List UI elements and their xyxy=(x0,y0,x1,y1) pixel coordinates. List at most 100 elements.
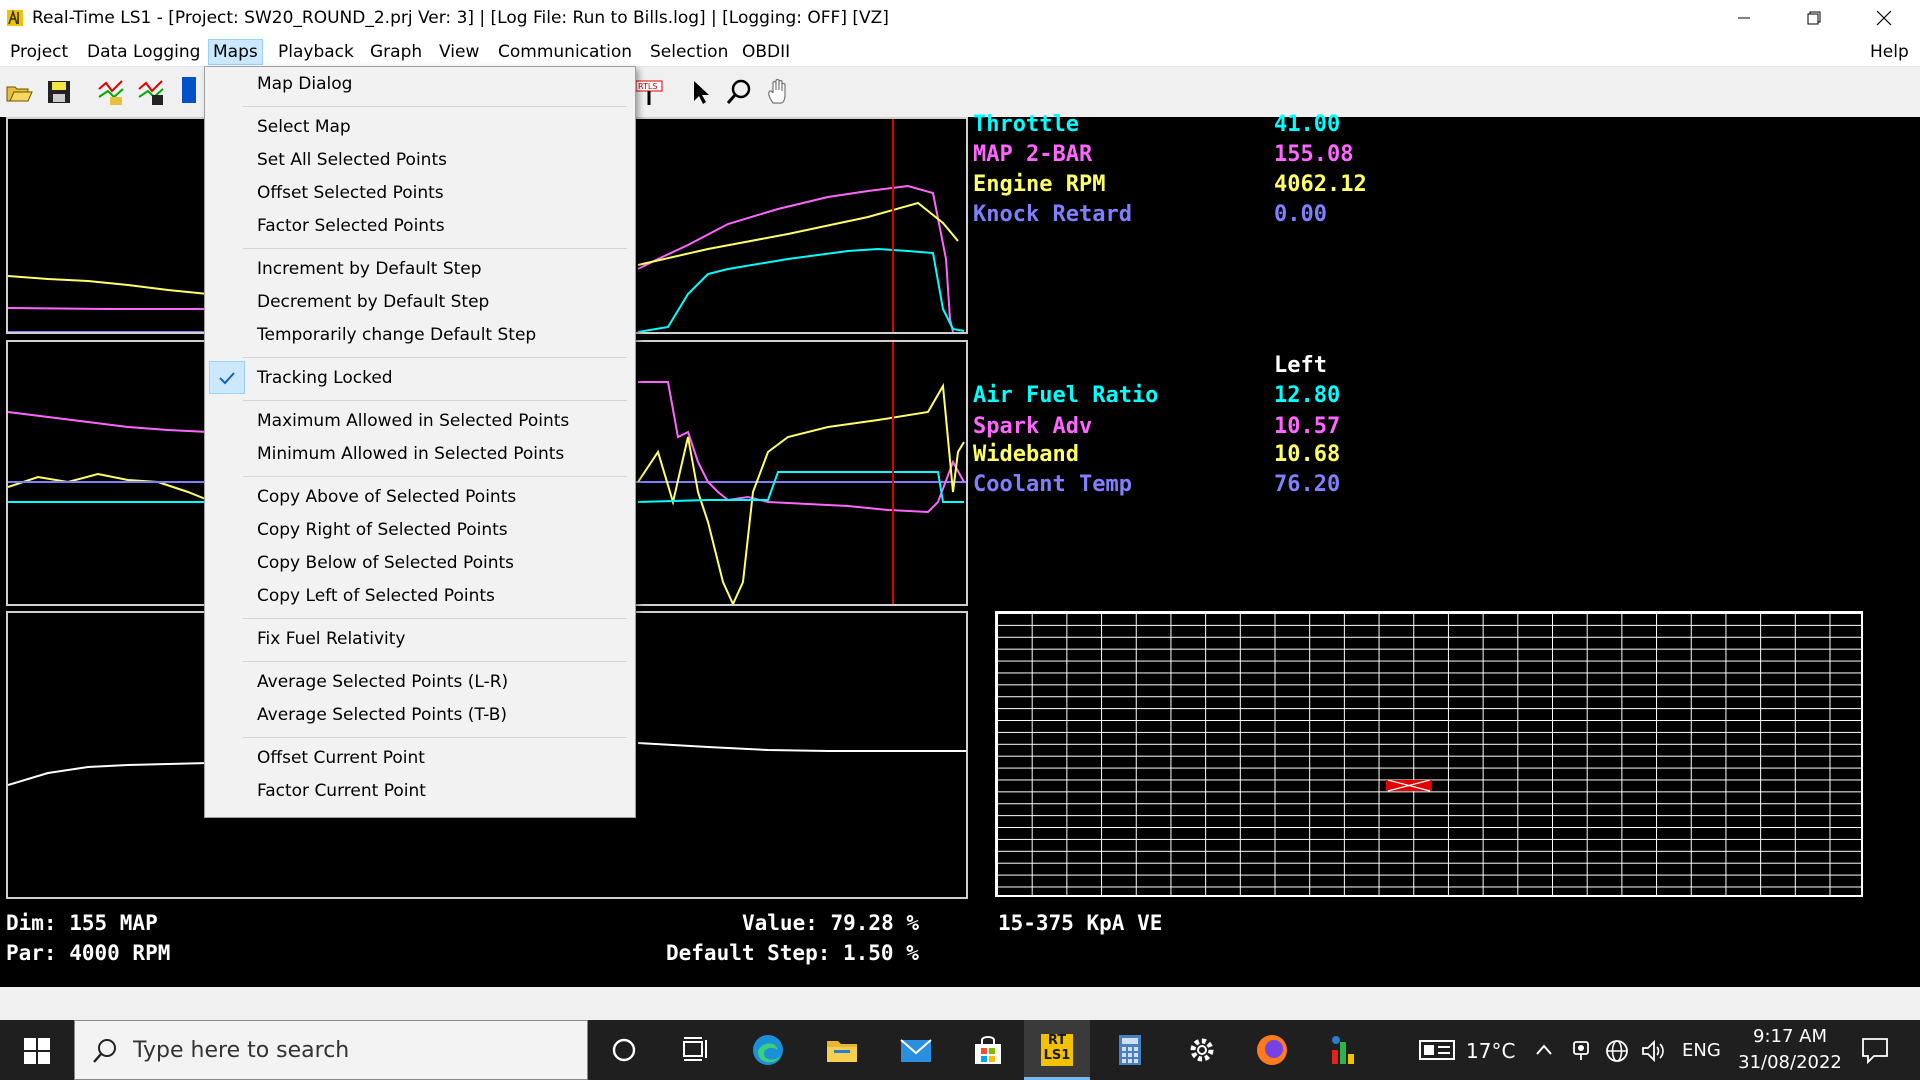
taskbar-search-box[interactable]: Type here to search xyxy=(74,1020,588,1080)
menuitem-set-all-selected-points[interactable]: Set All Selected Points xyxy=(205,143,635,176)
file-explorer-icon[interactable] xyxy=(824,1032,860,1068)
menuitem-label: Average Selected Points (T-B) xyxy=(257,705,508,725)
restore-button[interactable] xyxy=(1786,0,1842,36)
checkmark-icon xyxy=(209,361,245,394)
trace-throttle xyxy=(7,275,209,295)
app-icon xyxy=(7,9,23,26)
menu-separator xyxy=(243,106,627,107)
menu-project[interactable]: Project xyxy=(6,40,72,64)
taskbar-app-rtls[interactable]: RT LS1 xyxy=(1024,1020,1090,1080)
rtls-label-top: RT xyxy=(1047,1033,1067,1048)
clock-time[interactable]: 9:17 AM xyxy=(1746,1026,1834,1047)
menuitem-factor-selected-points[interactable]: Factor Selected Points xyxy=(205,209,635,242)
volume-speaker-icon[interactable] xyxy=(1640,1038,1666,1064)
menuitem-copy-below[interactable]: Copy Below of Selected Points xyxy=(205,546,635,579)
gauge-value-spark: 10.57 xyxy=(1274,414,1341,439)
windows-start-icon[interactable] xyxy=(24,1038,50,1064)
cortana-icon[interactable] xyxy=(606,1032,642,1068)
edge-browser-icon[interactable] xyxy=(750,1032,786,1068)
status-value: Value: 79.28 % xyxy=(742,911,920,935)
menuitem-copy-left[interactable]: Copy Left of Selected Points xyxy=(205,579,635,612)
rtls-logo-icon[interactable]: RTLS xyxy=(634,77,664,107)
menuitem-tracking-locked[interactable]: Tracking Locked xyxy=(205,361,635,394)
menuitem-label: Copy Left of Selected Points xyxy=(257,586,495,606)
menuitem-minimum-allowed[interactable]: Minimum Allowed in Selected Points xyxy=(205,437,635,470)
menuitem-label: Set All Selected Points xyxy=(257,150,447,170)
trace-afr-right xyxy=(637,471,964,503)
chevron-up-icon[interactable] xyxy=(1534,1042,1554,1058)
menuitem-copy-above[interactable]: Copy Above of Selected Points xyxy=(205,480,635,513)
mail-icon[interactable] xyxy=(898,1032,934,1068)
calculator-icon[interactable] xyxy=(1112,1032,1148,1068)
menuitem-maximum-allowed[interactable]: Maximum Allowed in Selected Points xyxy=(205,404,635,437)
open-folder-icon[interactable] xyxy=(4,77,34,107)
menuitem-increment-default-step[interactable]: Increment by Default Step xyxy=(205,252,635,285)
close-button[interactable] xyxy=(1856,0,1912,36)
hand-pan-icon[interactable] xyxy=(764,77,794,107)
trace-map xyxy=(7,307,208,310)
menu-maps[interactable]: Maps xyxy=(208,39,263,65)
menuitem-select-map[interactable]: Select Map xyxy=(205,110,635,143)
menuitem-offset-selected-points[interactable]: Offset Selected Points xyxy=(205,176,635,209)
webcam-icon[interactable] xyxy=(1570,1038,1592,1062)
rtls-app-label: RT LS1 xyxy=(1039,1033,1075,1063)
menuitem-label: Maximum Allowed in Selected Points xyxy=(257,411,570,431)
menuitem-temp-change-default-step[interactable]: Temporarily change Default Step xyxy=(205,318,635,351)
menuitem-copy-right[interactable]: Copy Right of Selected Points xyxy=(205,513,635,546)
menu-data-logging[interactable]: Data Logging xyxy=(83,40,204,64)
menuitem-map-dialog[interactable]: Map Dialog xyxy=(205,67,635,100)
minimize-button[interactable] xyxy=(1716,0,1772,36)
load-map-icon[interactable] xyxy=(96,77,126,107)
zoom-icon[interactable] xyxy=(724,77,754,107)
menu-communication[interactable]: Communication xyxy=(494,40,636,64)
trace-ve-left xyxy=(7,762,209,786)
gauge-label-map: MAP 2-BAR xyxy=(973,142,1093,167)
menu-selection[interactable]: Selection xyxy=(646,40,732,64)
title-bar: Real-Time LS1 - [Project: SW20_ROUND_2.p… xyxy=(0,0,1920,36)
menuitem-average-tb[interactable]: Average Selected Points (T-B) xyxy=(205,698,635,731)
menuitem-label: Increment by Default Step xyxy=(257,259,482,279)
save-icon[interactable] xyxy=(44,77,74,107)
ve-map-grid[interactable] xyxy=(995,611,1863,897)
menu-playback[interactable]: Playback xyxy=(274,40,358,64)
maps-dropdown-menu: Map Dialog Select Map Set All Selected P… xyxy=(204,66,636,818)
search-placeholder: Type here to search xyxy=(133,1038,350,1063)
clock-date[interactable]: 31/08/2022 xyxy=(1726,1052,1854,1073)
menu-graph[interactable]: Graph xyxy=(366,40,426,64)
settings-gear-icon[interactable] xyxy=(1184,1032,1220,1068)
news-widget-icon[interactable] xyxy=(1418,1038,1456,1062)
menuitem-offset-current-point[interactable]: Offset Current Point xyxy=(205,741,635,774)
gauge-column-header: Left xyxy=(1274,353,1327,378)
menuitem-label: Copy Right of Selected Points xyxy=(257,520,508,540)
menuitem-fix-fuel-relativity[interactable]: Fix Fuel Relativity xyxy=(205,622,635,655)
save-map-icon[interactable] xyxy=(136,77,166,107)
menuitem-label: Offset Selected Points xyxy=(257,183,444,203)
menuitem-label: Fix Fuel Relativity xyxy=(257,629,406,649)
gauge-value-map: 155.08 xyxy=(1274,142,1354,167)
status-map-name: 15-375 KpA VE xyxy=(998,911,1163,935)
store-icon[interactable] xyxy=(970,1032,1006,1068)
gauge-label-knock: Knock Retard xyxy=(973,202,1132,227)
task-view-icon[interactable] xyxy=(678,1032,714,1068)
menu-view[interactable]: View xyxy=(435,40,483,64)
menuitem-factor-current-point[interactable]: Factor Current Point xyxy=(205,774,635,807)
paint-app-icon[interactable] xyxy=(1326,1032,1362,1068)
trace-rpm-right xyxy=(637,201,959,266)
toolbar-button-blue[interactable] xyxy=(182,77,196,103)
status-default-step: Default Step: 1.50 % xyxy=(666,941,919,965)
network-globe-icon[interactable] xyxy=(1604,1038,1630,1064)
menuitem-label: Select Map xyxy=(257,117,351,137)
pointer-icon[interactable] xyxy=(686,77,716,107)
firefox-icon[interactable] xyxy=(1254,1032,1290,1068)
weather-temperature[interactable]: 17°C xyxy=(1466,1039,1515,1063)
menuitem-decrement-default-step[interactable]: Decrement by Default Step xyxy=(205,285,635,318)
gauge-label-rpm: Engine RPM xyxy=(973,172,1106,197)
menuitem-average-lr[interactable]: Average Selected Points (L-R) xyxy=(205,665,635,698)
menuitem-label: Temporarily change Default Step xyxy=(257,325,537,345)
menu-obdii[interactable]: OBDII xyxy=(738,40,794,64)
menu-help[interactable]: Help xyxy=(1866,40,1913,64)
search-icon xyxy=(93,1039,116,1063)
notification-center-icon[interactable] xyxy=(1860,1036,1890,1064)
language-indicator[interactable]: ENG xyxy=(1682,1040,1721,1061)
gauge-value-throttle: 41.00 xyxy=(1274,112,1341,137)
